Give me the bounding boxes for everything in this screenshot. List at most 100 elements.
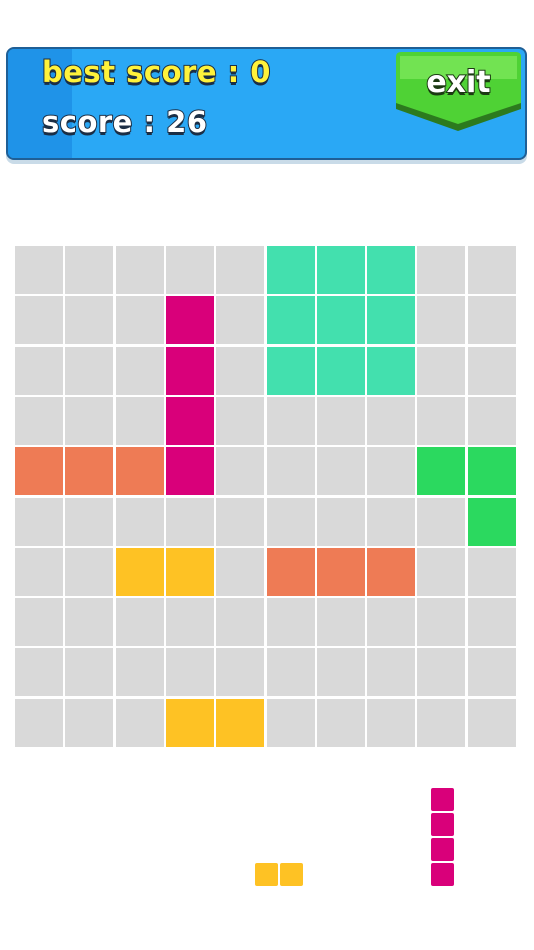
board-cell-empty[interactable] [65, 699, 113, 747]
board-cell-empty[interactable] [15, 296, 63, 344]
board-cell-teal[interactable] [317, 296, 365, 344]
board-cell-yellow[interactable] [166, 548, 214, 596]
board-cell-empty[interactable] [116, 397, 164, 445]
board-cell-empty[interactable] [15, 498, 63, 546]
board-cell-empty[interactable] [267, 447, 315, 495]
board-cell-teal[interactable] [317, 347, 365, 395]
board-cell-magenta[interactable] [166, 296, 214, 344]
board-cell-empty[interactable] [317, 397, 365, 445]
board-cell-empty[interactable] [116, 347, 164, 395]
board-cell-empty[interactable] [317, 648, 365, 696]
board-cell-empty[interactable] [267, 498, 315, 546]
board-cell-empty[interactable] [417, 347, 465, 395]
board-cell-empty[interactable] [367, 699, 415, 747]
board-cell-empty[interactable] [267, 699, 315, 747]
board-cell-empty[interactable] [216, 548, 264, 596]
board-cell-empty[interactable] [417, 699, 465, 747]
board-cell-empty[interactable] [116, 296, 164, 344]
board-cell-empty[interactable] [216, 648, 264, 696]
board-cell-teal[interactable] [267, 347, 315, 395]
board-cell-empty[interactable] [116, 246, 164, 294]
board-cell-empty[interactable] [367, 498, 415, 546]
board-cell-magenta[interactable] [166, 347, 214, 395]
board-cell-empty[interactable] [166, 598, 214, 646]
board-cell-empty[interactable] [65, 548, 113, 596]
board-cell-green[interactable] [468, 498, 516, 546]
board-cell-empty[interactable] [116, 648, 164, 696]
board-cell-empty[interactable] [216, 246, 264, 294]
board-cell-empty[interactable] [317, 699, 365, 747]
exit-button[interactable]: exit [392, 51, 525, 133]
board-cell-empty[interactable] [216, 498, 264, 546]
board-cell-empty[interactable] [417, 648, 465, 696]
board-cell-empty[interactable] [15, 397, 63, 445]
board-cell-empty[interactable] [216, 347, 264, 395]
board-cell-green[interactable] [468, 447, 516, 495]
board-cell-empty[interactable] [267, 598, 315, 646]
board-cell-empty[interactable] [468, 648, 516, 696]
board-cell-empty[interactable] [116, 598, 164, 646]
board-cell-magenta[interactable] [166, 447, 214, 495]
board-cell-teal[interactable] [367, 246, 415, 294]
board-cell-empty[interactable] [15, 648, 63, 696]
board-cell-empty[interactable] [367, 648, 415, 696]
board-cell-green[interactable] [417, 447, 465, 495]
board-cell-yellow[interactable] [166, 699, 214, 747]
board-cell-empty[interactable] [65, 397, 113, 445]
board-cell-empty[interactable] [417, 296, 465, 344]
board-cell-orange[interactable] [15, 447, 63, 495]
board-cell-empty[interactable] [468, 598, 516, 646]
board-cell-empty[interactable] [166, 246, 214, 294]
board-cell-magenta[interactable] [166, 397, 214, 445]
board-cell-teal[interactable] [267, 296, 315, 344]
board-cell-empty[interactable] [417, 498, 465, 546]
board-cell-empty[interactable] [267, 648, 315, 696]
board-cell-empty[interactable] [468, 699, 516, 747]
board-cell-empty[interactable] [468, 548, 516, 596]
board-cell-empty[interactable] [468, 246, 516, 294]
board-cell-yellow[interactable] [116, 548, 164, 596]
board-cell-empty[interactable] [166, 498, 214, 546]
board-cell-orange[interactable] [367, 548, 415, 596]
board-cell-empty[interactable] [65, 246, 113, 294]
board-cell-empty[interactable] [65, 648, 113, 696]
board-cell-empty[interactable] [367, 397, 415, 445]
board-cell-empty[interactable] [468, 347, 516, 395]
board-cell-empty[interactable] [417, 397, 465, 445]
board-cell-empty[interactable] [116, 498, 164, 546]
board-cell-empty[interactable] [15, 699, 63, 747]
board-cell-empty[interactable] [15, 347, 63, 395]
board-cell-empty[interactable] [317, 598, 365, 646]
board-cell-orange[interactable] [65, 447, 113, 495]
board-cell-orange[interactable] [317, 548, 365, 596]
board-cell-empty[interactable] [65, 498, 113, 546]
board-cell-teal[interactable] [317, 246, 365, 294]
board-cell-empty[interactable] [166, 648, 214, 696]
board-cell-empty[interactable] [116, 699, 164, 747]
board-cell-empty[interactable] [417, 598, 465, 646]
board-cell-empty[interactable] [15, 246, 63, 294]
board-cell-empty[interactable] [417, 246, 465, 294]
board-cell-empty[interactable] [468, 296, 516, 344]
board-cell-empty[interactable] [417, 548, 465, 596]
board-cell-orange[interactable] [267, 548, 315, 596]
board-cell-empty[interactable] [216, 296, 264, 344]
board-cell-empty[interactable] [468, 397, 516, 445]
board-cell-empty[interactable] [367, 598, 415, 646]
board-cell-teal[interactable] [267, 246, 315, 294]
board-cell-teal[interactable] [367, 296, 415, 344]
board-cell-orange[interactable] [116, 447, 164, 495]
board-cell-empty[interactable] [317, 498, 365, 546]
board-cell-empty[interactable] [216, 598, 264, 646]
board-cell-yellow[interactable] [216, 699, 264, 747]
board-cell-empty[interactable] [65, 347, 113, 395]
board-cell-empty[interactable] [267, 397, 315, 445]
board-cell-teal[interactable] [367, 347, 415, 395]
board-cell-empty[interactable] [216, 447, 264, 495]
board-cell-empty[interactable] [65, 598, 113, 646]
board-cell-empty[interactable] [65, 296, 113, 344]
board-cell-empty[interactable] [317, 447, 365, 495]
board-cell-empty[interactable] [15, 598, 63, 646]
board-cell-empty[interactable] [216, 397, 264, 445]
board-cell-empty[interactable] [15, 548, 63, 596]
